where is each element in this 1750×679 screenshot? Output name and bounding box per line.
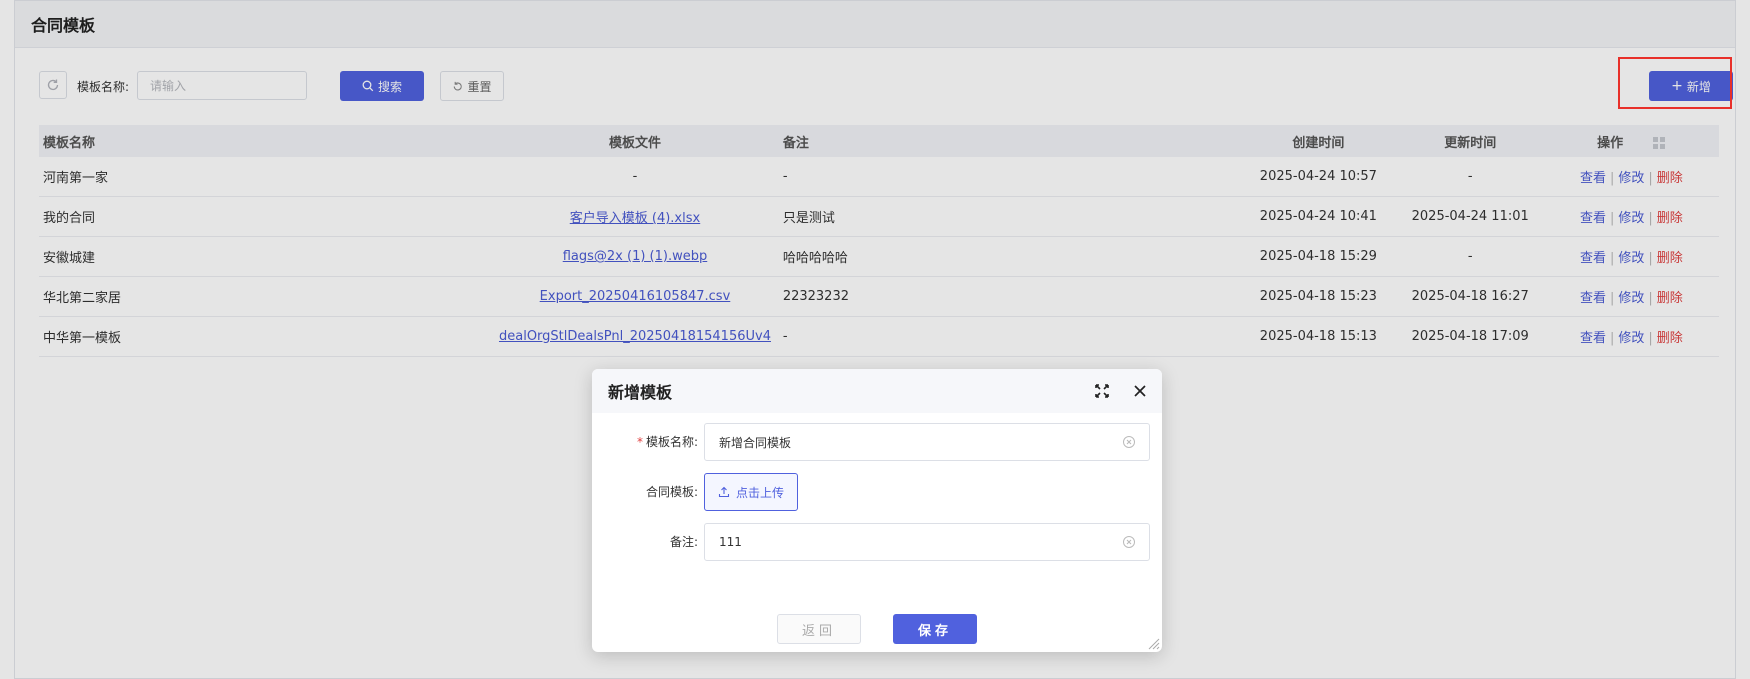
upload-button-label: 点击上传 [735,485,784,500]
template-name-input[interactable] [704,423,1150,461]
note-field-label: 备注: [669,535,698,549]
required-mark: * [636,435,643,449]
clear-icon[interactable] [1123,536,1135,548]
fullscreen-icon[interactable] [1094,383,1110,399]
file-field-label: 合同模板: [645,485,698,499]
add-button-highlight [1618,57,1732,109]
note-input[interactable] [704,523,1150,561]
back-button[interactable]: 返回 [777,614,861,644]
add-template-dialog: 新增模板 *模板名称: 合同模板: 点击上传 备注: 返回 [592,369,1162,652]
dialog-header: 新增模板 [592,369,1162,413]
save-button[interactable]: 保存 [893,614,977,644]
name-field-label-text: 模板名称: [645,435,698,449]
upload-button[interactable]: 点击上传 [704,473,798,511]
clear-icon[interactable] [1123,436,1135,448]
name-field-label: * 模板名称: [637,433,698,450]
upload-icon [718,486,730,498]
close-icon[interactable] [1132,383,1148,399]
resize-handle-icon[interactable] [1146,636,1160,650]
dialog-title: 新增模板 [608,383,673,402]
